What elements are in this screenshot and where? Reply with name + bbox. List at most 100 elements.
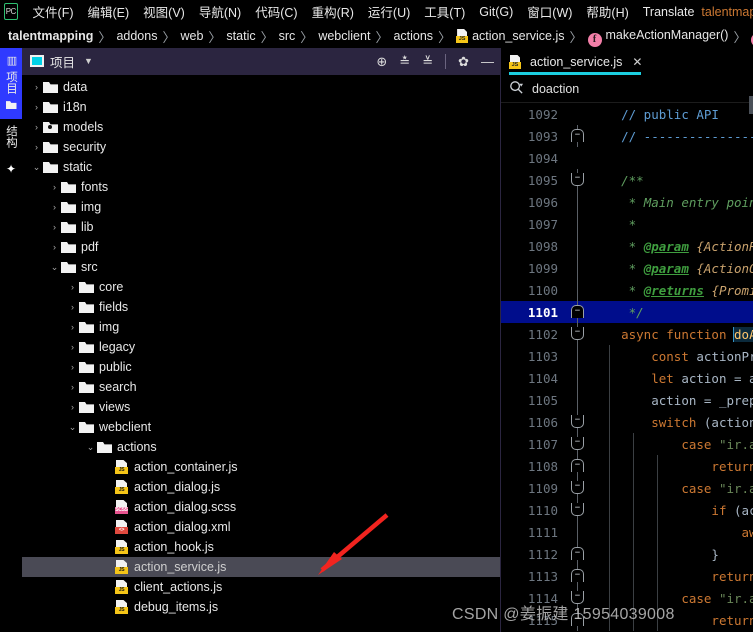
fold-gutter[interactable]: − (567, 565, 589, 587)
fold-gutter[interactable]: − (567, 301, 589, 323)
fold-gutter[interactable] (567, 367, 589, 389)
select-opened-file-icon[interactable]: ⊕ (376, 55, 387, 68)
fold-gutter[interactable]: − (567, 499, 589, 521)
breadcrumb-item-makeactionmanager--[interactable]: f makeActionManager() (587, 26, 728, 47)
chevron-down-icon[interactable]: ▼ (84, 56, 93, 66)
code-line[interactable]: 1098 * @param {ActionR (501, 235, 753, 257)
code-line[interactable]: 1103 const actionPr (501, 345, 753, 367)
collapse-all-icon[interactable]: ≚ (422, 55, 433, 68)
fold-collapse-icon[interactable]: − (571, 503, 584, 516)
fold-gutter[interactable] (567, 235, 589, 257)
chevron-right-icon[interactable]: › (66, 402, 79, 412)
chevron-right-icon[interactable]: › (66, 282, 79, 292)
editor-scrollbar-thumb[interactable] (749, 96, 753, 114)
code-line[interactable]: 1102− async function doA (501, 323, 753, 345)
breadcrumb-item-webclient[interactable]: webclient (318, 27, 370, 45)
breadcrumb-item-action_service-js[interactable]: JS action_service.js (456, 27, 564, 45)
menu-translate[interactable]: Translate (636, 3, 702, 21)
fold-collapse-icon[interactable]: − (571, 459, 584, 472)
menu-help[interactable]: 帮助(H) (579, 0, 635, 23)
code-line[interactable]: 1113− return (501, 565, 753, 587)
code-line[interactable]: 1111 aw (501, 521, 753, 543)
code-editor[interactable]: 1092 // public API 1093− // -------------… (501, 103, 753, 632)
fold-gutter[interactable]: − (567, 609, 589, 631)
code-line[interactable]: 1093− // --------------- (501, 125, 753, 147)
chevron-down-icon[interactable]: ⌄ (48, 262, 61, 273)
tree-row[interactable]: › lib (22, 217, 500, 237)
tree-row[interactable]: › views (22, 397, 500, 417)
code-line[interactable]: 1106− switch (action (501, 411, 753, 433)
fold-collapse-icon[interactable]: − (571, 173, 584, 186)
fold-gutter[interactable] (567, 147, 589, 169)
expand-all-icon[interactable]: ≛ (399, 55, 410, 68)
menu-view[interactable]: 视图(V) (136, 0, 192, 23)
search-icon[interactable] (509, 80, 524, 98)
fold-gutter[interactable]: − (567, 587, 589, 609)
code-line[interactable]: 1094 (501, 147, 753, 169)
fold-gutter[interactable] (567, 521, 589, 543)
chevron-right-icon[interactable]: › (66, 322, 79, 332)
chevron-right-icon[interactable]: › (48, 242, 61, 252)
project-file-tree[interactable]: › data › i18n › models › security ⌄ static › fonts ›… (22, 75, 500, 632)
menu-edit[interactable]: 编辑(E) (81, 0, 137, 23)
tree-row[interactable]: › public (22, 357, 500, 377)
menu-file[interactable]: 文件(F) (26, 0, 81, 23)
fold-collapse-icon[interactable]: − (571, 327, 584, 340)
breadcrumb-item-actions[interactable]: actions (393, 27, 433, 45)
fold-collapse-icon[interactable]: − (571, 129, 584, 142)
fold-gutter[interactable]: − (567, 411, 589, 433)
menu-run[interactable]: 运行(U) (361, 0, 417, 23)
editor-tab-action-service[interactable]: JS action_service.js ✕ (509, 48, 648, 75)
fold-gutter[interactable] (567, 279, 589, 301)
code-line[interactable]: 1107− case "ir.a (501, 433, 753, 455)
fold-gutter[interactable]: − (567, 125, 589, 147)
breadcrumb-item-src[interactable]: src (279, 27, 296, 45)
code-line[interactable]: 1112− } (501, 543, 753, 565)
tree-row[interactable]: ⌄ static (22, 157, 500, 177)
chevron-right-icon[interactable]: › (30, 122, 43, 132)
breadcrumb-item-static[interactable]: static (226, 27, 255, 45)
tree-row[interactable]: ·JS debug_items.js (22, 597, 500, 617)
chevron-right-icon[interactable]: › (48, 182, 61, 192)
close-icon[interactable]: ✕ (632, 55, 642, 69)
bookmarks-icon[interactable]: ✦ (5, 163, 17, 175)
tree-row[interactable]: › fields (22, 297, 500, 317)
tree-row[interactable]: › i18n (22, 97, 500, 117)
code-line[interactable]: 1092 // public API (501, 103, 753, 125)
chevron-right-icon[interactable]: › (66, 362, 79, 372)
fold-gutter[interactable]: − (567, 323, 589, 345)
code-line[interactable]: 1115− return (501, 609, 753, 631)
breadcrumb-item-talentmapping[interactable]: talentmapping (8, 27, 93, 45)
tree-row[interactable]: › models (22, 117, 500, 137)
code-line[interactable]: 1099 * @param {ActionO (501, 257, 753, 279)
code-line[interactable]: 1109− case "ir.a (501, 477, 753, 499)
code-line[interactable]: 1095− /** (501, 169, 753, 191)
tree-row[interactable]: ·SCSS action_dialog.scss (22, 497, 500, 517)
fold-collapse-icon[interactable]: − (571, 591, 584, 604)
menu-code[interactable]: 代码(C) (248, 0, 304, 23)
tree-row[interactable]: ·JS action_container.js (22, 457, 500, 477)
code-line[interactable]: 1096 * Main entry poin (501, 191, 753, 213)
tree-row[interactable]: › pdf (22, 237, 500, 257)
tree-row[interactable]: › security (22, 137, 500, 157)
tree-row[interactable]: › core (22, 277, 500, 297)
fold-gutter[interactable]: − (567, 169, 589, 191)
chevron-down-icon[interactable]: ⌄ (66, 422, 79, 433)
breadcrumb-item-web[interactable]: web (180, 27, 203, 45)
tree-row-selected[interactable]: ·JS action_service.js (22, 557, 500, 577)
hide-panel-icon[interactable]: — (481, 55, 494, 68)
tree-row[interactable]: › img (22, 197, 500, 217)
fold-collapse-icon[interactable]: − (571, 437, 584, 450)
code-line[interactable]: 1114− case "ir.a (501, 587, 753, 609)
tree-row[interactable]: › search (22, 377, 500, 397)
fold-gutter[interactable] (567, 389, 589, 411)
fold-gutter[interactable] (567, 257, 589, 279)
settings-gear-icon[interactable]: ✿ (458, 55, 469, 68)
tree-row[interactable]: ⌄ actions (22, 437, 500, 457)
menu-refactor[interactable]: 重构(R) (305, 0, 361, 23)
chevron-right-icon[interactable]: › (66, 382, 79, 392)
fold-gutter[interactable] (567, 103, 589, 125)
tree-row[interactable]: › img (22, 317, 500, 337)
tree-row[interactable]: ·JS action_hook.js (22, 537, 500, 557)
chevron-right-icon[interactable]: › (48, 222, 61, 232)
